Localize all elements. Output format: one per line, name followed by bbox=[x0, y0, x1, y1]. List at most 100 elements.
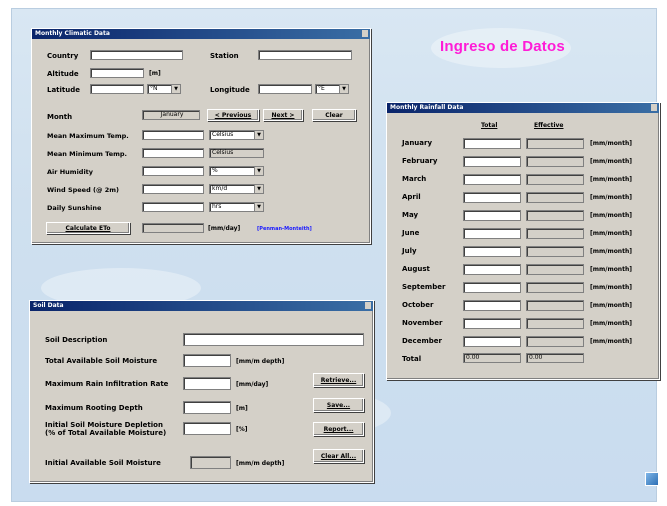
rainfall-month-label: January bbox=[402, 139, 433, 147]
rainfall-total-input[interactable] bbox=[463, 156, 521, 167]
iasm-label: Initial Available Soil Moisture bbox=[45, 459, 161, 467]
wind-unit-value: km/d bbox=[212, 185, 228, 192]
rainfall-effective-display bbox=[526, 156, 584, 167]
next-month-button[interactable]: Next > bbox=[263, 109, 303, 121]
rainfall-total-input[interactable] bbox=[463, 318, 521, 329]
page-title: Ingreso de Datos bbox=[440, 38, 565, 55]
latitude-direction-value: °N bbox=[150, 85, 158, 92]
rainfall-total-input[interactable] bbox=[463, 246, 521, 257]
soil-titlebar[interactable]: Soil Data bbox=[30, 301, 373, 311]
wind-speed-input[interactable] bbox=[142, 184, 204, 194]
rainfall-window-title: Monthly Rainfall Data bbox=[390, 104, 464, 111]
rainfall-effective-display bbox=[526, 138, 584, 149]
ismd-unit: [%] bbox=[236, 426, 248, 433]
rainfall-unit: [mm/month] bbox=[590, 212, 632, 219]
retrieve-button[interactable]: Retrieve... bbox=[313, 373, 364, 387]
station-input[interactable] bbox=[258, 50, 352, 60]
rainfall-month-label: September bbox=[402, 283, 446, 291]
ismd-sublabel: (% of Total Available Moisture) bbox=[45, 429, 167, 437]
max-temp-input[interactable] bbox=[142, 130, 204, 140]
sunshine-unit-select[interactable]: hrs ▼ bbox=[209, 202, 264, 212]
rainfall-month-label: July bbox=[402, 247, 417, 255]
rainfall-total-display: 0.00 bbox=[463, 353, 521, 363]
country-input[interactable] bbox=[90, 50, 183, 60]
chevron-down-icon[interactable]: ▼ bbox=[339, 85, 348, 93]
rainfall-unit: [mm/month] bbox=[590, 284, 632, 291]
longitude-direction-select[interactable]: °E ▼ bbox=[315, 84, 349, 94]
longitude-input[interactable] bbox=[258, 84, 312, 94]
rainfall-effective-display bbox=[526, 264, 584, 275]
tasm-unit: [mm/m depth] bbox=[236, 358, 285, 365]
max-temp-unit-select[interactable]: Celsius ▼ bbox=[209, 130, 264, 140]
chevron-down-icon[interactable]: ▼ bbox=[254, 203, 263, 211]
rainfall-month-label: May bbox=[402, 211, 419, 219]
humidity-input[interactable] bbox=[142, 166, 204, 176]
latitude-input[interactable] bbox=[90, 84, 144, 94]
rainfall-total-input[interactable] bbox=[463, 264, 521, 275]
mril-label: Maximum Rain Infiltration Rate bbox=[45, 380, 169, 388]
rainfall-total-input[interactable] bbox=[463, 192, 521, 203]
save-button[interactable]: Save... bbox=[313, 398, 364, 412]
rainfall-unit: [mm/month] bbox=[590, 320, 632, 327]
mrd-unit: [m] bbox=[236, 405, 248, 412]
close-icon[interactable] bbox=[362, 30, 368, 37]
rainfall-month-label: June bbox=[402, 229, 420, 237]
longitude-label: Longitude bbox=[210, 86, 250, 94]
rainfall-total-input[interactable] bbox=[463, 300, 521, 311]
soil-window-title: Soil Data bbox=[33, 302, 64, 309]
latitude-direction-select[interactable]: °N ▼ bbox=[147, 84, 181, 94]
clear-all-button[interactable]: Clear All... bbox=[313, 449, 364, 463]
soil-description-label: Soil Description bbox=[45, 336, 108, 344]
rainfall-total-input[interactable] bbox=[463, 282, 521, 293]
rainfall-month-label: October bbox=[402, 301, 434, 309]
rainfall-total-input[interactable] bbox=[463, 138, 521, 149]
humidity-unit-select[interactable]: % ▼ bbox=[209, 166, 264, 176]
rainfall-total-input[interactable] bbox=[463, 174, 521, 185]
month-display: January bbox=[142, 110, 200, 120]
rainfall-titlebar[interactable]: Monthly Rainfall Data bbox=[387, 103, 659, 113]
clear-button[interactable]: Clear bbox=[312, 109, 356, 121]
rainfall-window: Monthly Rainfall Data Total Effective Ja… bbox=[386, 102, 660, 380]
soil-description-input[interactable] bbox=[183, 333, 364, 346]
mrd-label: Maximum Rooting Depth bbox=[45, 404, 143, 412]
rainfall-unit: [mm/month] bbox=[590, 302, 632, 309]
rainfall-month-label: December bbox=[402, 337, 442, 345]
rainfall-unit: [mm/month] bbox=[590, 158, 632, 165]
mrd-input[interactable] bbox=[183, 401, 231, 414]
rainfall-effective-display bbox=[526, 318, 584, 329]
sunshine-input[interactable] bbox=[142, 202, 204, 212]
mril-input[interactable] bbox=[183, 377, 231, 390]
chevron-down-icon[interactable]: ▼ bbox=[254, 185, 263, 193]
rainfall-effective-display bbox=[526, 282, 584, 293]
iasm-display bbox=[190, 456, 231, 469]
previous-month-button[interactable]: < Previous bbox=[207, 109, 259, 121]
chevron-down-icon[interactable]: ▼ bbox=[254, 167, 263, 175]
total-column-header: Total bbox=[481, 122, 498, 129]
wind-unit-select[interactable]: km/d ▼ bbox=[209, 184, 264, 194]
min-temp-input[interactable] bbox=[142, 148, 204, 158]
eto-method-label: [Penman-Monteith] bbox=[257, 226, 312, 232]
window-icon[interactable] bbox=[645, 472, 659, 486]
calculate-eto-button[interactable]: Calculate ETo bbox=[46, 222, 130, 234]
climate-row-label: Mean Maximum Temp. bbox=[47, 132, 129, 140]
climate-titlebar[interactable]: Monthly Climatic Data bbox=[32, 29, 370, 39]
rainfall-total-input[interactable] bbox=[463, 336, 521, 347]
ismd-input[interactable] bbox=[183, 422, 231, 435]
rainfall-effective-display bbox=[526, 210, 584, 221]
chevron-down-icon[interactable]: ▼ bbox=[171, 85, 180, 93]
rainfall-total-input[interactable] bbox=[463, 228, 521, 239]
eto-result-display bbox=[142, 223, 204, 233]
country-label: Country bbox=[47, 52, 79, 60]
tasm-input[interactable] bbox=[183, 354, 231, 367]
ismd-label: Initial Soil Moisture Depletion bbox=[45, 421, 163, 429]
eto-unit: [mm/day] bbox=[208, 225, 241, 232]
report-button[interactable]: Report... bbox=[313, 422, 364, 436]
close-icon[interactable] bbox=[651, 104, 657, 111]
rainfall-unit: [mm/month] bbox=[590, 230, 632, 237]
rainfall-total-input[interactable] bbox=[463, 210, 521, 221]
altitude-input[interactable] bbox=[90, 68, 144, 78]
chevron-down-icon[interactable]: ▼ bbox=[254, 131, 263, 139]
effective-total-display: 0.00 bbox=[526, 353, 584, 363]
close-icon[interactable] bbox=[365, 302, 371, 309]
rainfall-effective-display bbox=[526, 228, 584, 239]
